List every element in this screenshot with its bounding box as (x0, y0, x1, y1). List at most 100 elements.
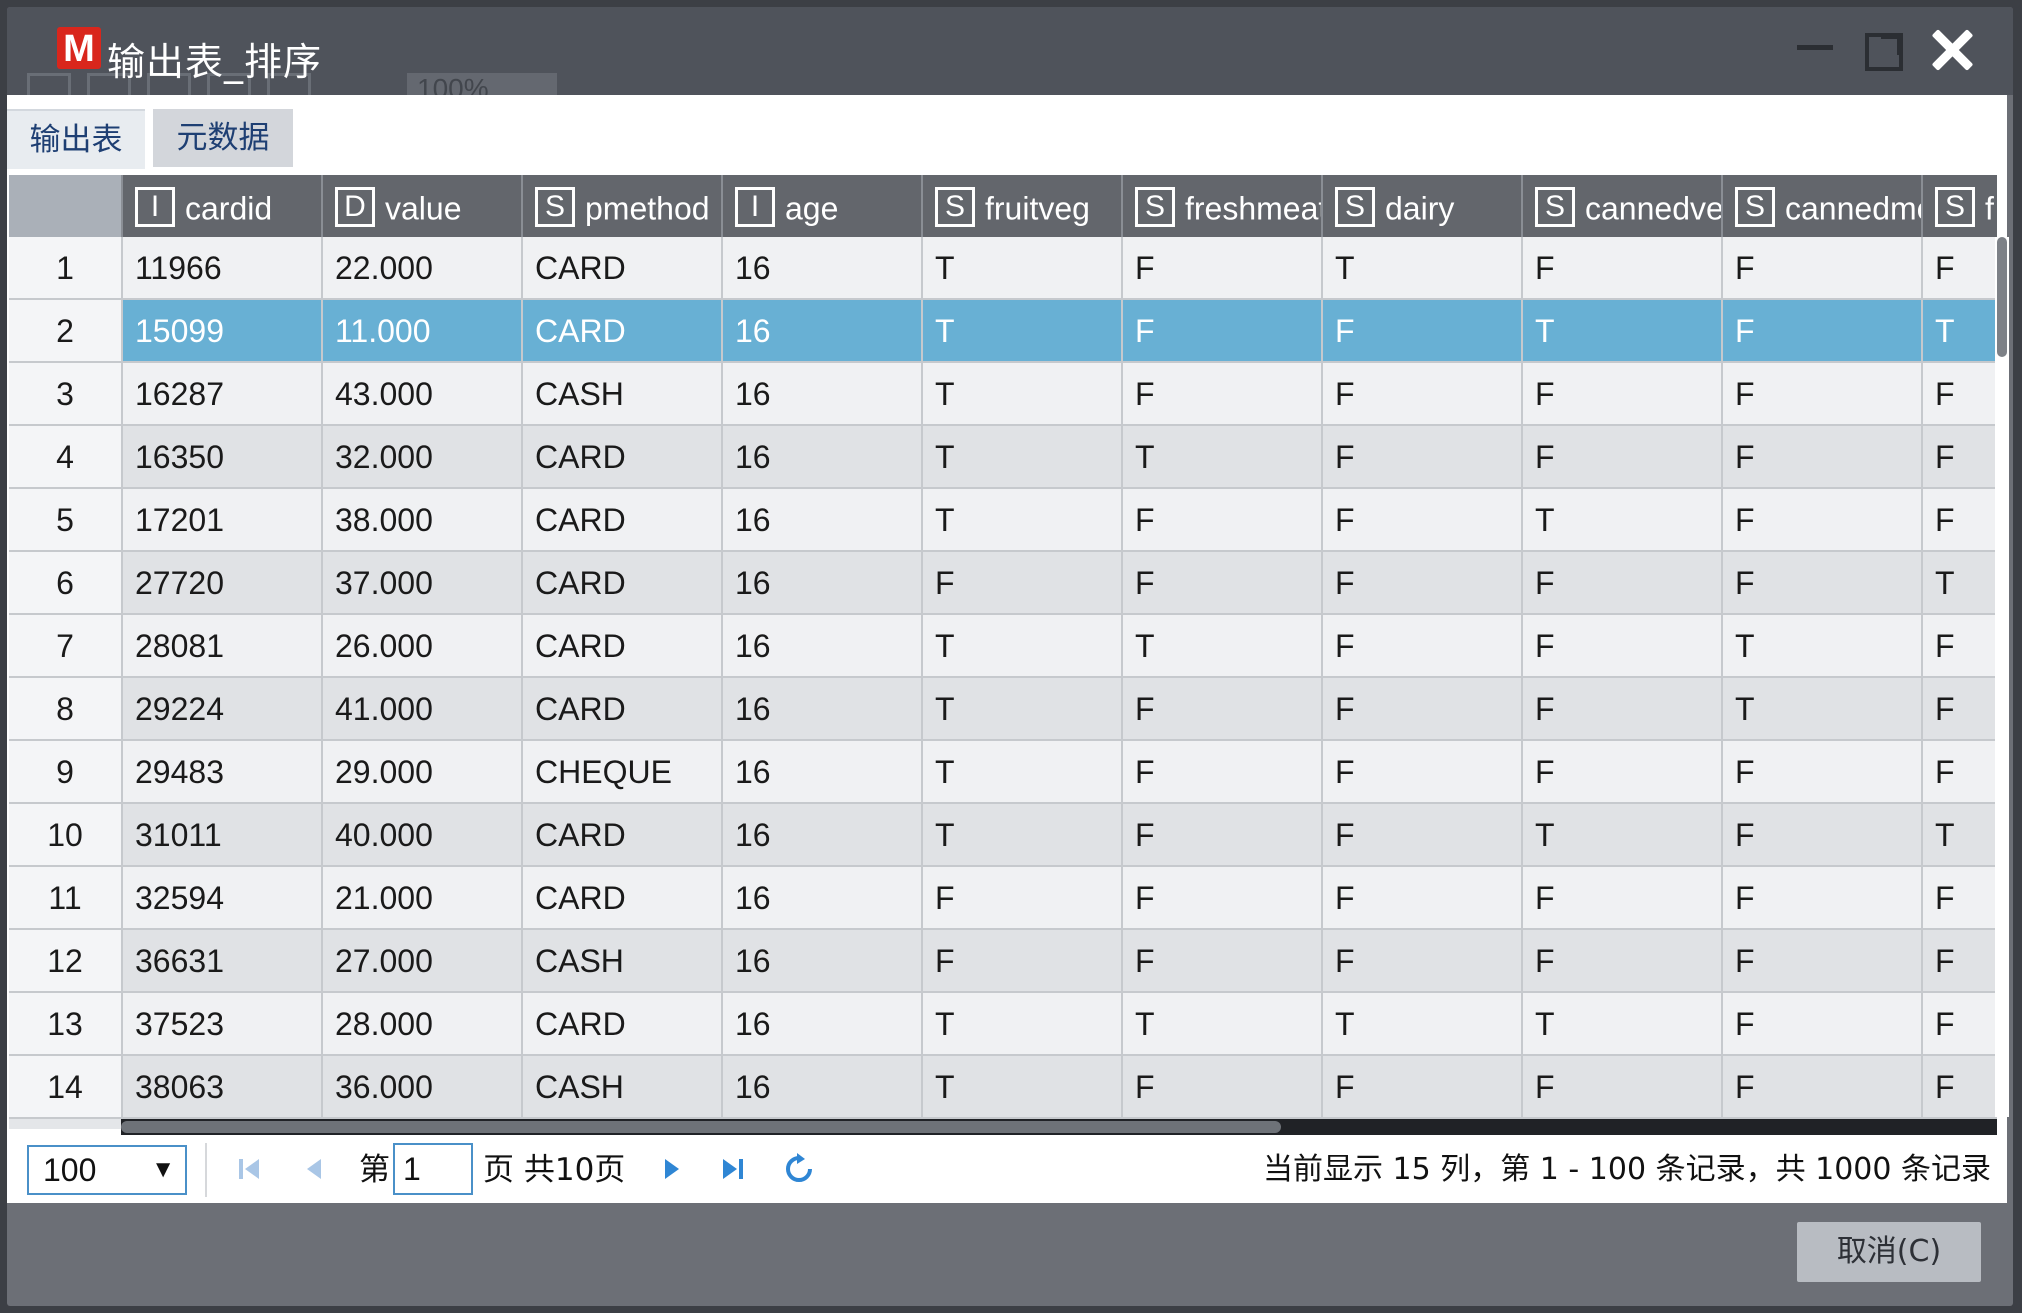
first-page-icon[interactable] (231, 1151, 267, 1187)
maximize-icon[interactable] (1865, 33, 1903, 71)
table-cell[interactable]: T (923, 1056, 1123, 1119)
table-cell[interactable]: F (1723, 993, 1923, 1056)
table-cell[interactable]: F (1323, 867, 1523, 930)
table-cell[interactable]: 11.000 (323, 300, 523, 363)
table-cell[interactable]: 32.000 (323, 426, 523, 489)
table-row[interactable]: 1 11966 22.000 CARD 16 T F T F F F (9, 237, 1997, 300)
minimize-icon[interactable] (1797, 45, 1833, 50)
table-cell[interactable]: F (1723, 867, 1923, 930)
table-cell[interactable]: F (1123, 678, 1323, 741)
table-row[interactable]: 13 37523 28.000 CARD 16 T T T T F F (9, 993, 1997, 1056)
column-header-7[interactable]: Sdairy (1323, 175, 1523, 237)
table-cell[interactable]: 16350 (123, 426, 323, 489)
table-cell[interactable]: 16 (723, 237, 923, 300)
table-cell[interactable]: F (1523, 552, 1723, 615)
table-cell[interactable]: F (1323, 552, 1523, 615)
column-header-10[interactable]: Sf (1923, 175, 1997, 237)
table-cell[interactable]: F (1523, 615, 1723, 678)
table-cell[interactable]: 37523 (123, 993, 323, 1056)
table-cell[interactable]: 31011 (123, 804, 323, 867)
table-cell[interactable]: CARD (523, 678, 723, 741)
table-cell[interactable]: F (1923, 867, 1997, 930)
table-cell[interactable]: 16 (723, 489, 923, 552)
table-cell[interactable]: F (1123, 552, 1323, 615)
table-cell[interactable]: F (1723, 1056, 1923, 1119)
table-cell[interactable]: F (923, 930, 1123, 993)
table-cell[interactable]: 26.000 (323, 615, 523, 678)
column-header-9[interactable]: Scannedmeat (1723, 175, 1923, 237)
table-cell[interactable]: 16 (723, 678, 923, 741)
table-cell[interactable]: F (1923, 363, 1997, 426)
table-row[interactable]: 2 15099 11.000 CARD 16 T F F T F T (9, 300, 1997, 363)
table-cell[interactable]: 16 (723, 804, 923, 867)
table-cell[interactable]: 11966 (123, 237, 323, 300)
table-cell[interactable]: F (1923, 993, 1997, 1056)
table-cell[interactable]: F (1323, 300, 1523, 363)
table-cell[interactable]: F (1923, 930, 1997, 993)
table-cell[interactable]: 36.000 (323, 1056, 523, 1119)
table-row[interactable]: 4 16350 32.000 CARD 16 T T F F F F (9, 426, 1997, 489)
table-row[interactable]: 12 36631 27.000 CASH 16 F F F F F F (9, 930, 1997, 993)
table-cell[interactable]: F (923, 552, 1123, 615)
table-cell[interactable]: 16 (723, 930, 923, 993)
table-cell[interactable]: F (1123, 930, 1323, 993)
table-cell[interactable]: CARD (523, 867, 723, 930)
table-cell[interactable]: 16 (723, 993, 923, 1056)
table-cell[interactable]: F (1723, 363, 1923, 426)
table-cell[interactable]: F (1323, 363, 1523, 426)
table-cell[interactable]: T (1123, 615, 1323, 678)
table-cell[interactable]: F (1923, 678, 1997, 741)
tab-metadata[interactable]: 元数据 (153, 109, 293, 167)
table-cell[interactable]: F (1923, 1056, 1997, 1119)
table-cell[interactable]: F (1723, 804, 1923, 867)
table-cell[interactable]: T (1523, 300, 1723, 363)
table-cell[interactable]: F (1123, 489, 1323, 552)
table-cell[interactable]: 21.000 (323, 867, 523, 930)
table-cell[interactable]: F (1723, 741, 1923, 804)
table-row[interactable]: 7 28081 26.000 CARD 16 T T F F T F (9, 615, 1997, 678)
table-row[interactable]: 11 32594 21.000 CARD 16 F F F F F F (9, 867, 1997, 930)
table-cell[interactable]: F (1123, 300, 1323, 363)
table-cell[interactable]: F (1923, 489, 1997, 552)
prev-page-icon[interactable] (297, 1151, 333, 1187)
table-cell[interactable]: T (1123, 993, 1323, 1056)
table-row[interactable]: 14 38063 36.000 CASH 16 T F F F F F (9, 1056, 1997, 1119)
last-page-icon[interactable] (715, 1151, 751, 1187)
column-header-5[interactable]: Sfruitveg (923, 175, 1123, 237)
table-cell[interactable]: F (1323, 1056, 1523, 1119)
table-cell[interactable]: F (1923, 426, 1997, 489)
table-cell[interactable]: 32594 (123, 867, 323, 930)
table-cell[interactable]: T (1923, 300, 1997, 363)
cancel-button[interactable]: 取消(C) (1797, 1222, 1981, 1282)
page-number-input[interactable]: 1 (393, 1143, 473, 1195)
table-cell[interactable]: 15099 (123, 300, 323, 363)
table-cell[interactable]: T (1523, 804, 1723, 867)
table-cell[interactable]: CARD (523, 615, 723, 678)
table-cell[interactable]: CARD (523, 489, 723, 552)
close-icon[interactable] (1927, 25, 1977, 75)
table-cell[interactable]: F (1923, 237, 1997, 300)
table-cell[interactable]: 41.000 (323, 678, 523, 741)
table-cell[interactable]: F (1923, 741, 1997, 804)
table-cell[interactable]: 28.000 (323, 993, 523, 1056)
table-cell[interactable]: F (1723, 489, 1923, 552)
table-cell[interactable]: CHEQUE (523, 741, 723, 804)
table-cell[interactable]: T (1323, 237, 1523, 300)
table-cell[interactable]: F (923, 867, 1123, 930)
table-cell[interactable]: 27.000 (323, 930, 523, 993)
table-cell[interactable]: T (923, 741, 1123, 804)
table-cell[interactable]: CARD (523, 993, 723, 1056)
table-cell[interactable]: 29.000 (323, 741, 523, 804)
table-cell[interactable]: CARD (523, 426, 723, 489)
refresh-icon[interactable] (781, 1151, 817, 1187)
table-cell[interactable]: CASH (523, 930, 723, 993)
table-cell[interactable]: CARD (523, 804, 723, 867)
table-cell[interactable]: F (1723, 300, 1923, 363)
table-cell[interactable]: T (923, 489, 1123, 552)
table-row[interactable]: 9 29483 29.000 CHEQUE 16 T F F F F F (9, 741, 1997, 804)
table-row[interactable]: 6 27720 37.000 CARD 16 F F F F F T (9, 552, 1997, 615)
table-cell[interactable]: F (1523, 426, 1723, 489)
table-cell[interactable]: 16 (723, 615, 923, 678)
table-cell[interactable]: CARD (523, 237, 723, 300)
table-cell[interactable]: T (1723, 615, 1923, 678)
